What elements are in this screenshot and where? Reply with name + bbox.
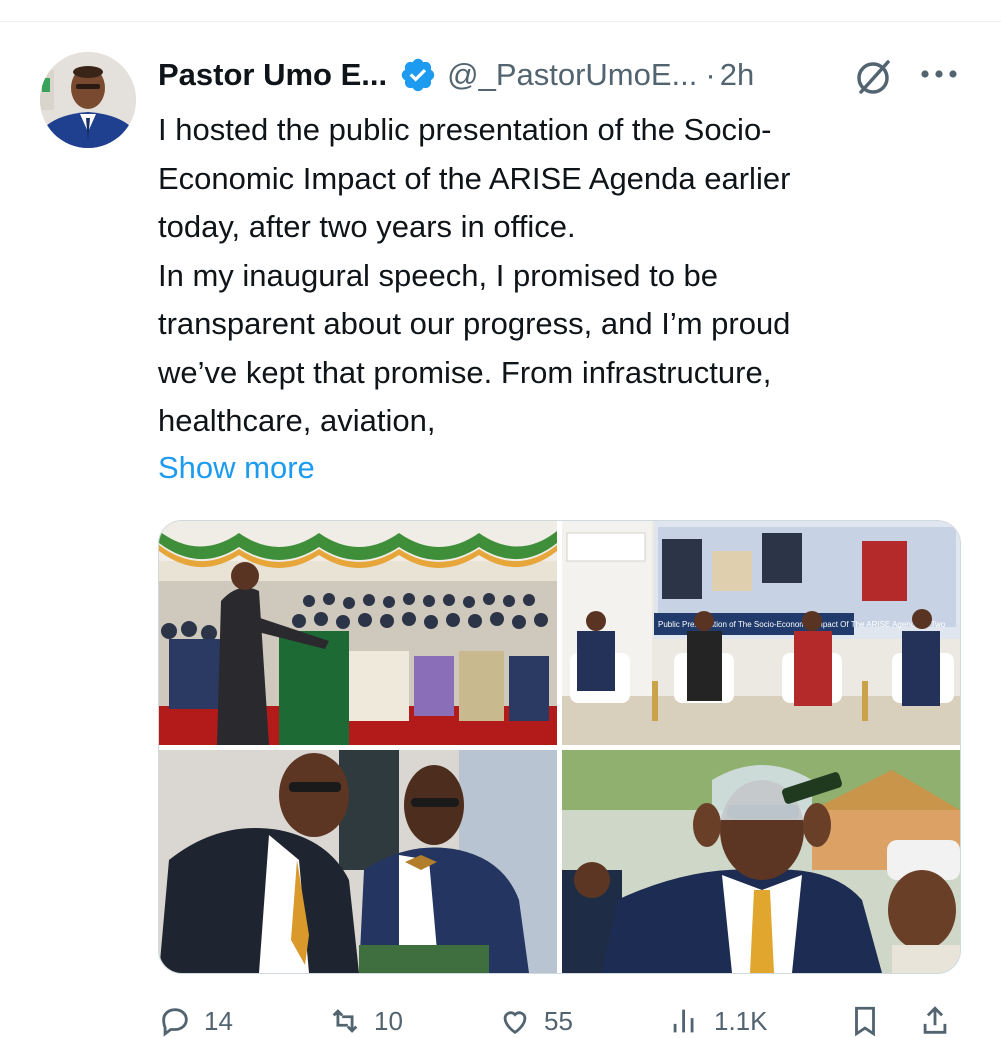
media-photo-award[interactable] [562,750,960,973]
repost-button[interactable]: 10 [328,1004,403,1038]
podium-photo [159,521,557,745]
tweet-text-line: Economic Impact of the ARISE Agenda earl… [158,160,791,196]
tweet-text-line: healthcare, aviation, [158,403,436,438]
views-count: 1.1K [714,1005,768,1036]
tweet-text-line: I hosted the public presentation of the … [158,112,772,147]
reply-icon [162,1008,188,1037]
like-button[interactable]: 55 [498,1004,573,1038]
repost-icon [332,1009,358,1033]
share-icon [923,1006,947,1034]
media-photo-panel[interactable]: Public Presentation of The Socio-Economi… [562,521,960,745]
more-icon[interactable] [918,62,960,86]
tweet-text-line: In my inaugural speech, I promised to be [158,257,719,293]
avatar-photo [40,52,136,148]
tweet-header: Pastor Umo E... @_PastorUmoE... · 2h [158,52,754,98]
panel-photo: Public Presentation of The Socio-Economi… [562,521,960,745]
tweet-text-line: we’ve kept that promise. From infrastruc… [158,354,772,390]
separator-dot: · [705,57,716,92]
action-bar: 14 10 55 1.1K [158,1004,958,1037]
grok-icon[interactable] [852,56,894,98]
tweet-timestamp[interactable]: 2h [720,57,754,93]
tweet-text-line: transparent about our progress, and I’m … [158,306,791,341]
reply-button[interactable]: 14 [158,1004,233,1038]
tweet-text-line: today, after two years in office. [158,209,576,244]
share-button[interactable] [918,1004,952,1038]
media-grid: Public Presentation of The Socio-Economi… [158,520,961,974]
views-icon [673,1009,694,1033]
reply-count: 14 [204,1005,233,1036]
bookmark-button[interactable] [848,1004,882,1038]
media-photo-handshake[interactable] [159,750,557,973]
verified-badge-icon [401,58,435,92]
media-photo-podium[interactable] [159,521,557,745]
repost-count: 10 [374,1005,403,1036]
like-icon [503,1011,527,1035]
show-more-link[interactable]: Show more [158,445,315,491]
author-handle[interactable]: @_PastorUmoE... [447,57,697,93]
like-count: 55 [544,1005,573,1036]
author-name[interactable]: Pastor Umo E... [158,57,387,93]
top-divider [0,21,1001,22]
views-button[interactable]: 1.1K [668,1004,768,1038]
avatar[interactable] [40,52,136,148]
bookmark-icon [855,1006,875,1037]
tweet-text: I hosted the public presentation of the … [158,106,958,446]
handshake-photo [159,750,557,973]
award-photo [562,750,960,973]
